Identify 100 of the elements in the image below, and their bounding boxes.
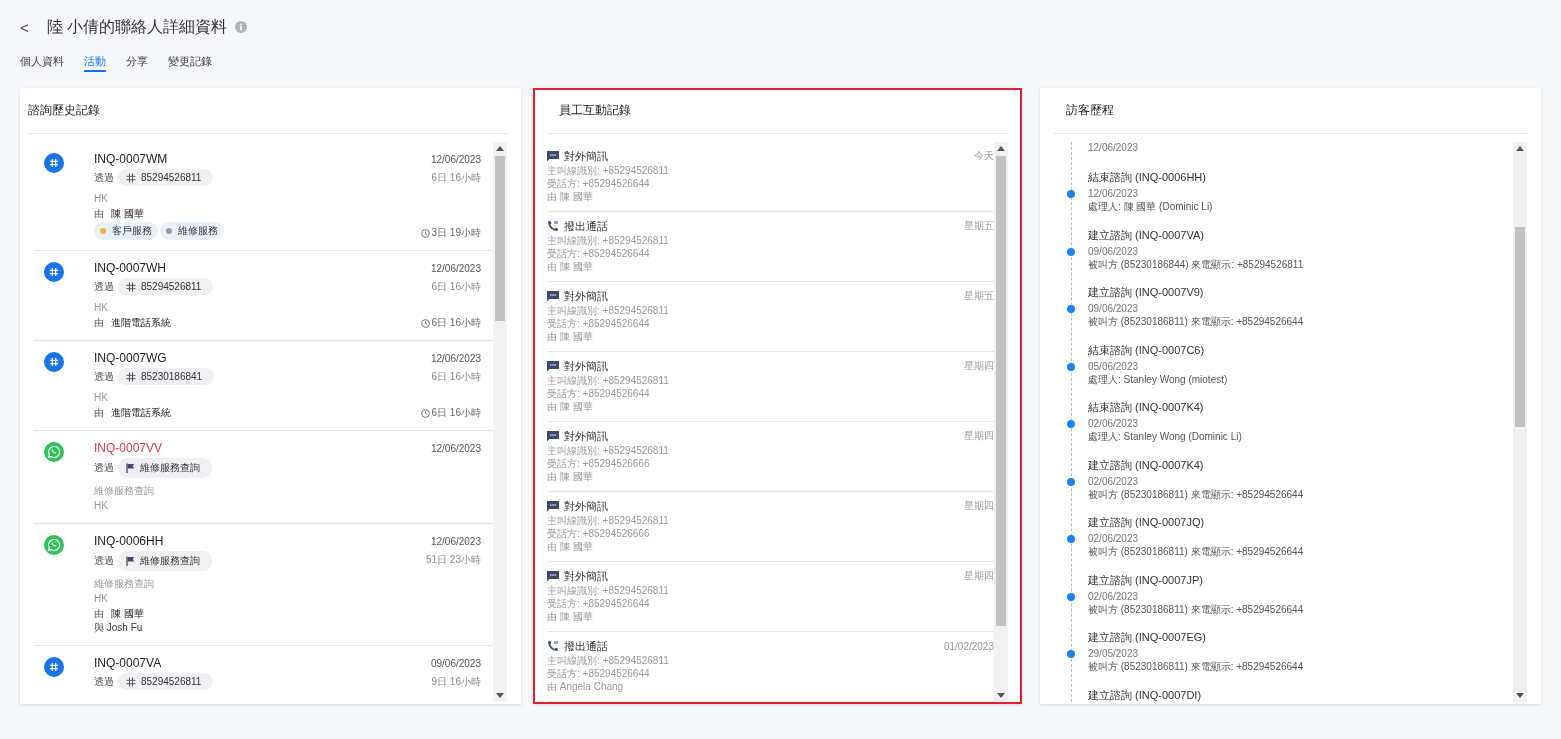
region-text: HK (94, 592, 109, 606)
inquiry-age: 51日 23小時 (425, 553, 481, 567)
inquiry-date: 12/06/2023 (430, 536, 481, 547)
tab[interactable]: 分享 (126, 52, 148, 72)
sla-time: 6日 16小時 (431, 316, 481, 330)
agent-text: 由 陳 國華 (547, 470, 594, 483)
callee-text: 受話方: +85294526644 (547, 387, 651, 400)
event-title: 結束諮詢 (INQ-0006HH) (1088, 170, 1207, 185)
timeline-dot (1067, 477, 1075, 486)
inquiry-id[interactable]: INQ-0007VV (94, 441, 431, 455)
interaction-time: 星期四 (964, 429, 994, 443)
message-icon (547, 500, 559, 512)
callee-text: 受話方: +85294526644 (547, 667, 651, 680)
inquiry-id[interactable]: INQ-0007WG (94, 351, 421, 365)
interaction-title: 對外簡訊 (564, 148, 608, 164)
back-button[interactable]: < (20, 18, 41, 36)
event-detail: 被叫方 (85230186811) 來電顯示: +85294526644 (1088, 487, 1305, 501)
scrollbar[interactable] (994, 142, 1008, 702)
inquiry-date: 12/06/2023 (430, 263, 481, 274)
hash-icon (126, 371, 136, 382)
inquiry-id[interactable]: INQ-0007WM (94, 152, 421, 166)
event-date: 02/06/2023 (1088, 475, 1140, 488)
interaction-title: 對外簡訊 (564, 568, 608, 584)
agent-text: 由 Angela Chang (547, 680, 625, 693)
event-date: 05/06/2023 (1088, 360, 1140, 373)
flag-icon (126, 463, 135, 473)
caller-id-text: 主叫線識別: +85294526811 (547, 654, 670, 667)
event-detail: 處理人: Stanley Wong (miotest) (1088, 372, 1229, 386)
scrollbar[interactable] (1513, 142, 1527, 702)
callee-text: 受話方: +85294526666 (547, 457, 651, 470)
hash-icon (44, 657, 64, 677)
inquiry-age: 6日 16小時 (431, 280, 481, 294)
timeline-dot (1067, 650, 1075, 658)
interaction-time: 星期四 (964, 359, 994, 373)
card-title: 訪客歷程 (1054, 90, 1527, 134)
hash-icon (44, 352, 64, 372)
interaction-title: 對外簡訊 (564, 358, 608, 374)
event-date: 29/05/2023 (1088, 648, 1140, 660)
page-title: 陸 小倩的聯絡人詳細資料 (46, 16, 228, 37)
region-text: HK (94, 192, 109, 206)
whatsapp-icon (44, 535, 64, 555)
interaction-title: 對外簡訊 (564, 428, 608, 444)
callee-text: 受話方: +85294526644 (547, 597, 651, 610)
event-detail: 處理人: Stanley Wong (Dominic Li) (1088, 430, 1243, 443)
interaction-time: 星期五 (964, 219, 994, 233)
inquiry-age: 9日 16小時 (431, 675, 481, 689)
clock-icon (420, 228, 430, 238)
event-date: 02/06/2023 (1088, 533, 1140, 545)
tab[interactable]: 變更記錄 (168, 52, 212, 72)
clock-icon (420, 408, 430, 418)
timeline-dot (1067, 420, 1075, 428)
by-label: 由 (94, 607, 104, 621)
tab[interactable]: 活動 (84, 52, 106, 72)
via-label: 透過 (94, 170, 114, 185)
agent-text: 由 陳 國華 (547, 190, 594, 203)
via-label: 透過 (94, 279, 114, 294)
event-title: 結束諮詢 (INQ-0007K4) (1088, 400, 1205, 415)
event-date: 09/06/2023 (1088, 245, 1140, 258)
scrollbar[interactable] (493, 142, 507, 702)
inquiry-age: 6日 16小時 (431, 171, 481, 185)
timeline-dot (1067, 190, 1075, 198)
interaction-time: 01/02/2023 (943, 640, 994, 652)
caller-id-text: 主叫線識別: +85294526811 (547, 164, 670, 177)
interaction-title: 撥出通話 (564, 638, 608, 654)
event-date: 12/06/2023 (1088, 142, 1140, 154)
region-text: HK (94, 499, 109, 513)
channel-chip: 維修服務查詢 (118, 458, 212, 478)
sla-time: 6日 16小時 (431, 406, 481, 420)
timeline-dot (1067, 305, 1075, 313)
event-detail: 被叫方 (85230186811) 來電顯示: +85294526644 (1088, 602, 1305, 616)
message-icon (547, 290, 559, 302)
tab[interactable]: 個人資料 (20, 52, 64, 72)
inquiry-id[interactable]: INQ-0007VA (94, 656, 431, 670)
channel-chip: 85294526811 (118, 673, 214, 690)
inquiry-age: 6日 16小時 (431, 370, 481, 384)
flag-icon (126, 556, 135, 566)
region-text: HK (94, 301, 109, 315)
caller-id-text: 主叫線識別: +85294526811 (547, 374, 670, 387)
event-detail: 被叫方 (85230186811) 來電顯示: +85294526644 (1088, 660, 1305, 673)
event-title: 結束諮詢 (INQ-0007C6) (1088, 342, 1206, 358)
event-title: 建立諮詢 (INQ-0007K4) (1088, 457, 1205, 473)
event-title: 建立諮詢 (INQ-0007DI) (1088, 687, 1203, 702)
agent-name: 陳 國華 (111, 607, 144, 621)
hash-icon (44, 153, 64, 173)
callee-text: 受話方: +85294526666 (547, 527, 651, 540)
card-title: 員工互動記錄 (547, 90, 1008, 134)
message-icon (547, 430, 559, 442)
channel-chip: 維修服務查詢 (118, 551, 212, 571)
inquiry-id[interactable]: INQ-0007WH (94, 261, 421, 275)
event-detail: 被叫方 (85230186811) 來電顯示: +85294526644 (1088, 315, 1305, 328)
interaction-title: 對外簡訊 (564, 498, 608, 514)
phone-icon (547, 220, 559, 232)
card-title: 諮詢歷史記錄 (28, 90, 507, 134)
message-icon (547, 570, 559, 582)
inquiry-date: 09/06/2023 (430, 658, 481, 669)
caller-id-text: 主叫線識別: +85294526811 (547, 514, 670, 527)
whatsapp-icon (44, 442, 64, 462)
agent-name: 進階電話系統 (111, 316, 171, 330)
inquiry-id[interactable]: INQ-0006HH (94, 534, 426, 548)
interaction-time: 星期五 (964, 289, 994, 303)
